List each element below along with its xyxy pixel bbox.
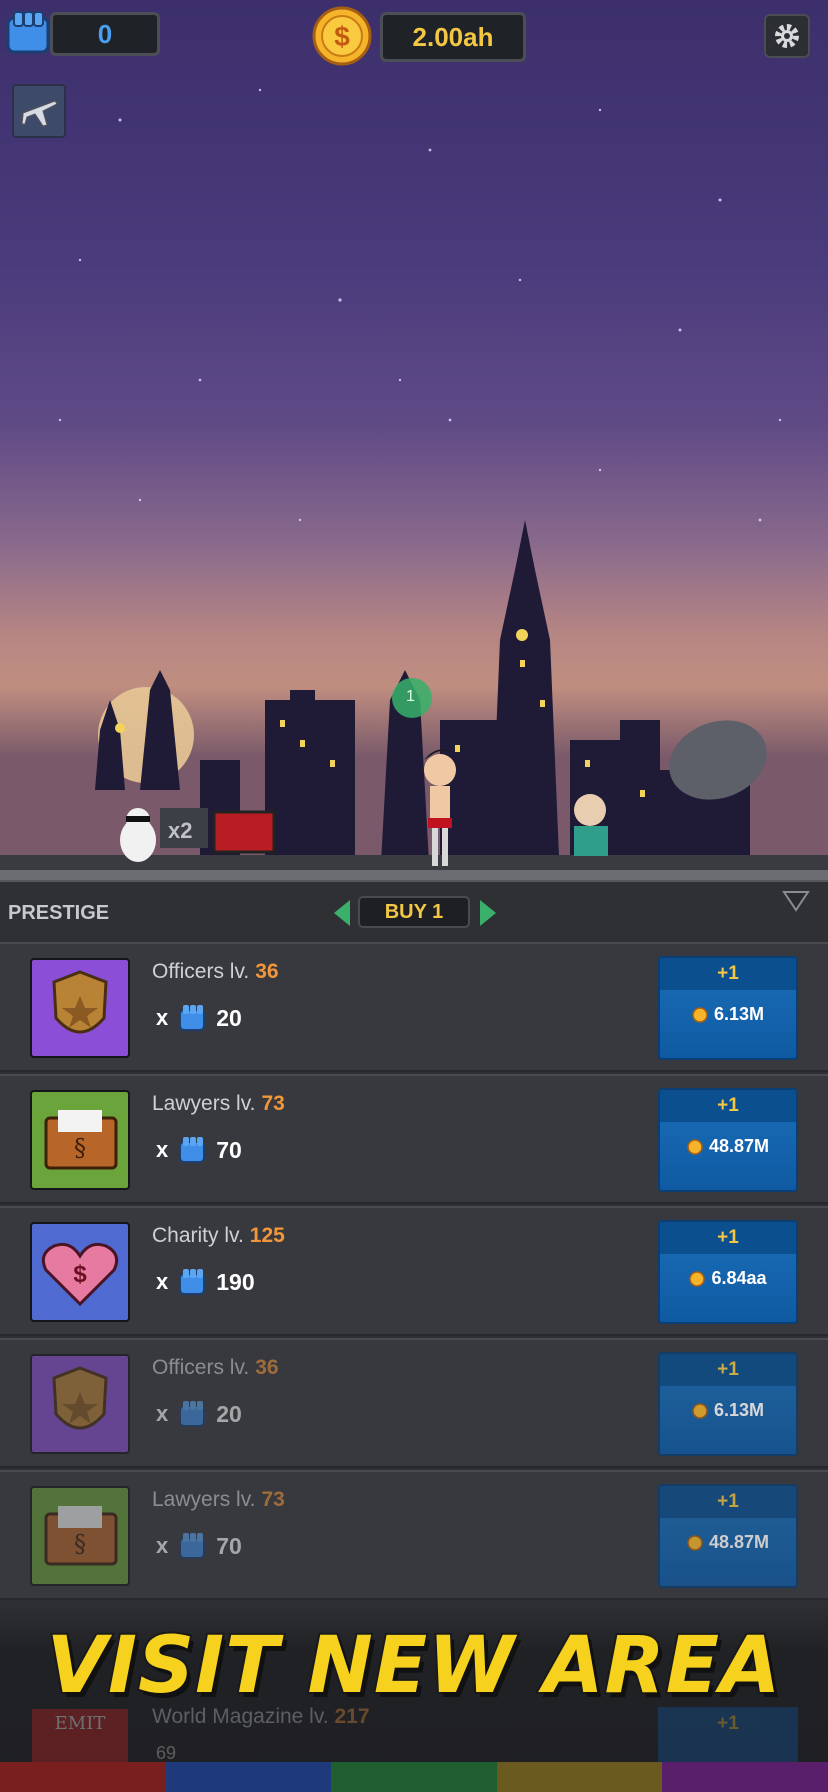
heart-icon: $ xyxy=(41,1242,119,1307)
fist-icon xyxy=(179,1401,206,1427)
upgrade-cost: 48.87M xyxy=(708,1532,770,1552)
fist-icon xyxy=(179,1533,206,1559)
upgrade-amount: +1 xyxy=(660,1090,796,1122)
folder-icon: § xyxy=(44,1506,118,1566)
upgrade-amount: +1 xyxy=(660,958,796,990)
city-skyline-background xyxy=(0,88,828,880)
multiplier-value: 20 xyxy=(216,1004,242,1031)
police-badge-icon xyxy=(52,970,108,1034)
upgrade-button: +1 xyxy=(658,1707,798,1767)
multiplier-x: x xyxy=(156,1137,169,1162)
upgrade-cost: 6.84aa xyxy=(711,1268,767,1288)
multiplier-value: 190 xyxy=(216,1268,255,1295)
coin-icon xyxy=(687,1534,703,1551)
upgrade-cost: 6.13M xyxy=(713,1400,765,1420)
buy-mode-label[interactable]: BUY 1 xyxy=(358,896,470,928)
multiplier-x: x xyxy=(156,1269,169,1294)
collapse-panel-icon[interactable] xyxy=(782,890,810,912)
row-level: 217 xyxy=(334,1705,370,1728)
list-item: § Lawyers lv. 73 x 70 +1 48.87M xyxy=(0,1470,828,1600)
visit-new-area-title: VISIT NEW AREA xyxy=(45,1619,783,1713)
coin-icon xyxy=(689,1270,706,1287)
fist-icon xyxy=(179,1269,206,1295)
list-item: Officers lv. 36 x 20 +1 6.13M xyxy=(0,942,828,1072)
coin-icon xyxy=(692,1006,708,1023)
row-level: 36 xyxy=(255,1356,279,1379)
game-scene[interactable]: x2 1 0 $ 2.00ah xyxy=(0,0,828,880)
folder-icon: § xyxy=(44,1110,118,1170)
gear-icon xyxy=(775,24,799,48)
bottom-color-strip xyxy=(0,1762,828,1792)
row-level: 125 xyxy=(249,1224,285,1247)
upgrade-amount: +1 xyxy=(660,1486,796,1518)
row-name: Lawyers lv. xyxy=(152,1092,256,1115)
multiplier-value: 70 xyxy=(216,1532,242,1559)
upgrade-button[interactable]: +1 6.13M xyxy=(658,1352,798,1456)
officers-thumbnail xyxy=(30,958,130,1058)
police-badge-icon xyxy=(52,1366,108,1430)
lawyers-thumbnail: § xyxy=(30,1486,130,1586)
row-name: Officers lv. xyxy=(152,960,250,983)
fist-icon xyxy=(6,11,50,54)
prestige-tab[interactable]: PRESTIGE xyxy=(8,902,109,925)
row-level: 73 xyxy=(261,1092,285,1115)
row-name: World Magazine lv. xyxy=(152,1705,329,1728)
upgrade-button[interactable]: +1 6.13M xyxy=(658,956,798,1060)
airplane-icon xyxy=(21,100,58,127)
officers-thumbnail xyxy=(30,1354,130,1454)
svg-text:$: $ xyxy=(73,1261,87,1288)
svg-text:§: § xyxy=(74,1134,86,1162)
chevron-left-icon[interactable] xyxy=(332,898,352,928)
charity-thumbnail: $ xyxy=(30,1222,130,1322)
fist-icon xyxy=(179,1137,206,1163)
upgrade-button[interactable]: +1 48.87M xyxy=(658,1484,798,1588)
row-name: Charity lv. xyxy=(152,1224,244,1247)
row-name: Officers lv. xyxy=(152,1356,250,1379)
fist-icon xyxy=(179,1005,206,1031)
multiplier-value: 70 xyxy=(216,1136,242,1163)
dog-mascot xyxy=(120,808,156,862)
fist-counter: 0 xyxy=(50,12,160,56)
gold-counter: 2.00ah xyxy=(380,12,526,62)
multiplier-x: x xyxy=(156,1401,169,1426)
upgrade-button[interactable]: +1 48.87M xyxy=(658,1088,798,1192)
lawyers-thumbnail: § xyxy=(30,1090,130,1190)
promo-banner: VISIT NEW AREA EMIT World Magazine lv. 2… xyxy=(0,1605,828,1792)
magazine-thumbnail: EMIT xyxy=(30,1707,130,1767)
list-item: Officers lv. 36 x 20 +1 6.13M xyxy=(0,1338,828,1468)
row-name: Lawyers lv. xyxy=(152,1488,256,1511)
list-item: § Lawyers lv. 73 x 70 +1 48.87M xyxy=(0,1074,828,1204)
buy-mode-selector: BUY 1 xyxy=(332,896,498,930)
travel-button[interactable] xyxy=(12,84,66,138)
upgrade-amount: +1 xyxy=(660,1222,796,1254)
upgrade-button[interactable]: +1 6.84aa xyxy=(658,1220,798,1324)
coin-icon xyxy=(692,1402,708,1419)
gold-coin-icon: $ xyxy=(312,6,372,66)
svg-text:$: $ xyxy=(334,21,350,52)
upgrade-panel-header: PRESTIGE BUY 1 xyxy=(0,880,828,944)
upgrade-amount: +1 xyxy=(660,1354,796,1386)
multiplier-x: x xyxy=(156,1005,169,1030)
multiplier-x: x xyxy=(156,1533,169,1558)
coin-icon xyxy=(687,1138,703,1155)
multiplier-value: 20 xyxy=(216,1400,242,1427)
multiplier-value: 69 xyxy=(156,1743,177,1763)
upgrade-cost: 48.87M xyxy=(708,1136,770,1156)
damage-bubble: 1 xyxy=(406,688,415,705)
row-level: 36 xyxy=(255,960,279,983)
multiplier-badge: x2 xyxy=(168,818,193,843)
settings-button[interactable] xyxy=(764,14,810,58)
row-level: 73 xyxy=(261,1488,285,1511)
svg-text:§: § xyxy=(74,1530,86,1558)
list-item: $ Charity lv. 125 x 190 +1 6.84aa xyxy=(0,1206,828,1336)
magazine-thumbnail-text: EMIT xyxy=(54,1713,106,1734)
chevron-right-icon[interactable] xyxy=(478,898,498,928)
upgrade-cost: 6.13M xyxy=(713,1004,765,1024)
